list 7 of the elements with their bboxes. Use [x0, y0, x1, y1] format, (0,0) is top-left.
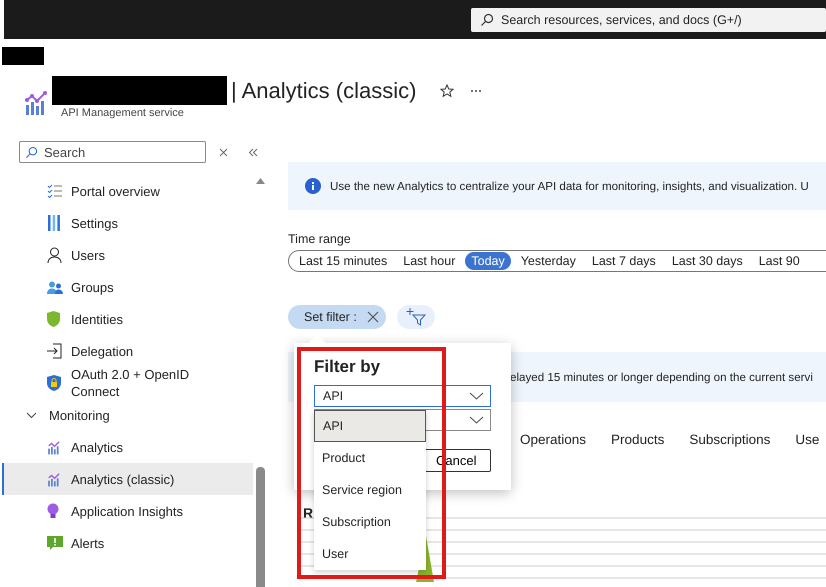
page-subtitle: API Management service — [61, 107, 185, 119]
banner-text: elayed 15 minutes or longer depending on the current servi — [510, 370, 813, 384]
banner-text: Use the new Analytics to centralize your API data for monitoring, insights, and visualization. U — [330, 180, 809, 192]
popup-title: Filter by — [314, 357, 382, 377]
chart-title: R — [303, 505, 314, 521]
time-range-label: Time range — [288, 232, 351, 246]
page-title: | Analytics (classic) — [231, 78, 416, 104]
